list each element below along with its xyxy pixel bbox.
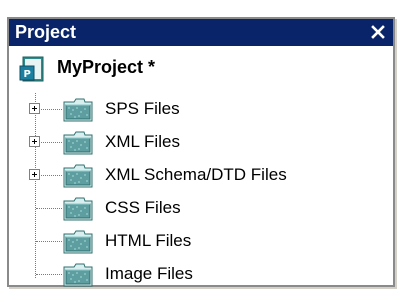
tree-item-xml-files[interactable]: XML Files: [9, 126, 389, 159]
folder-icon: [63, 263, 93, 287]
tree-item-label: Image Files: [105, 264, 193, 283]
folder-icon: [63, 98, 93, 122]
tree-connector: [36, 208, 62, 209]
expand-plus-icon[interactable]: [29, 103, 40, 114]
tree-item-sps-files[interactable]: SPS Files: [9, 93, 389, 126]
svg-text:P: P: [24, 69, 31, 80]
tree-item-html-files[interactable]: HTML Files: [9, 225, 389, 258]
root-label: MyProject *: [57, 57, 156, 77]
project-icon: P: [19, 56, 44, 82]
close-button[interactable]: [368, 21, 388, 43]
expand-plus-icon[interactable]: [29, 169, 40, 180]
tree-connector: [36, 241, 62, 242]
project-tree: P MyProject * SPS Files XML Files XML Sche…: [9, 46, 393, 287]
folder-icon: [63, 230, 93, 254]
tree-item-label: SPS Files: [105, 99, 180, 118]
tree-item-image-files[interactable]: Image Files: [9, 258, 389, 291]
expand-plus-icon[interactable]: [29, 136, 40, 147]
folder-icon: [63, 197, 93, 221]
tree-item-css-files[interactable]: CSS Files: [9, 192, 389, 225]
window-title: Project: [15, 22, 77, 42]
title-bar[interactable]: Project: [9, 19, 393, 46]
project-window: Project P MyProject * SPS Files XML Files…: [7, 17, 395, 287]
folder-icon: [63, 164, 93, 188]
tree-item-label: XML Files: [105, 132, 180, 151]
tree-item-label: XML Schema/DTD Files: [105, 165, 287, 184]
folder-icon: [63, 131, 93, 155]
tree-item-label: HTML Files: [105, 231, 192, 250]
tree-item-xml-schema-dtd-files[interactable]: XML Schema/DTD Files: [9, 159, 389, 192]
tree-connector: [36, 274, 62, 275]
close-icon: [371, 25, 385, 39]
tree-item-label: CSS Files: [105, 198, 181, 217]
